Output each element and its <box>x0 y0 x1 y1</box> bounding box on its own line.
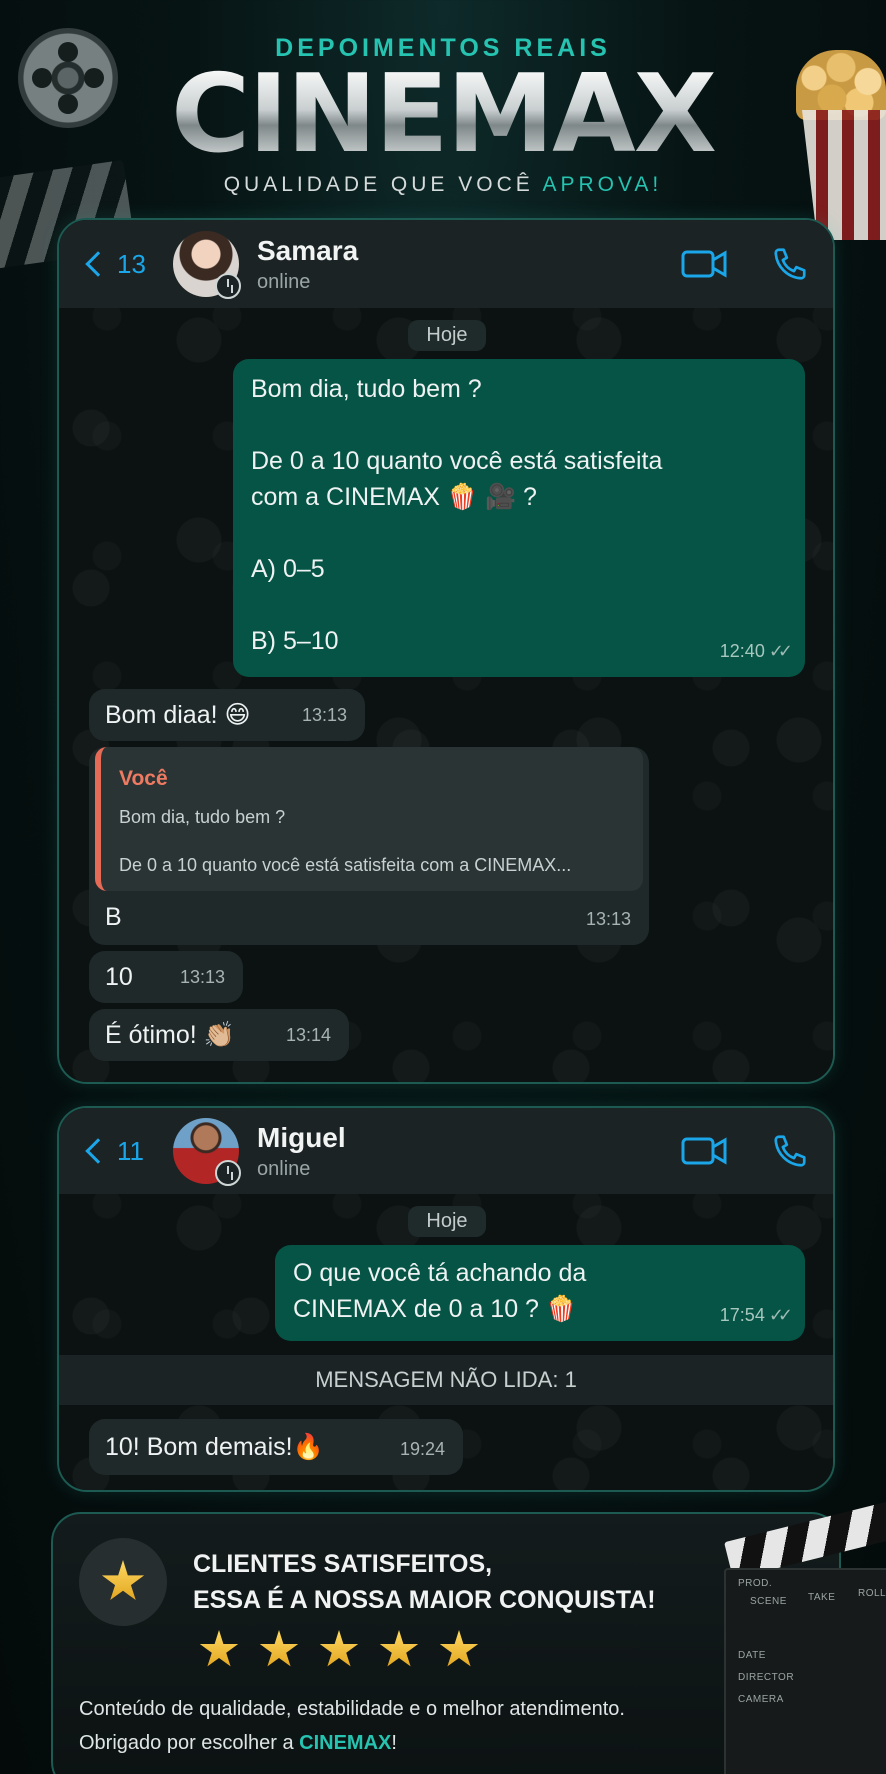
unread-count: 11 <box>117 1135 144 1166</box>
star-badge <box>79 1538 167 1626</box>
description-line-1: Conteúdo de qualidade, estabilidade e o … <box>79 1698 625 1720</box>
tagline-prefix: QUALIDADE QUE VOCÊ <box>223 173 543 196</box>
chevron-left-icon <box>85 1138 111 1164</box>
message-text: É ótimo! 👏🏼 <box>105 1021 235 1049</box>
clapper-take-label: TAKE <box>808 1592 836 1603</box>
outgoing-message[interactable]: O que você tá achando da CINEMAX de 0 a … <box>275 1245 805 1341</box>
message-time: 13:13 <box>301 705 347 725</box>
contact-name: Miguel <box>257 1121 346 1153</box>
message-text: B <box>105 903 122 931</box>
description-line-2: Obrigado por escolher a CINEMAX! <box>79 1726 625 1760</box>
chat-header: 13 Samara online <box>59 220 833 308</box>
message-text: 10! Bom demais!🔥 <box>105 1433 324 1461</box>
message-text: O que você tá achando da CINEMAX de 0 a … <box>293 1259 587 1323</box>
day-separator: Hoje <box>408 320 486 351</box>
incoming-message[interactable]: 10! Bom demais!🔥 19:24 <box>89 1419 463 1475</box>
quoted-author: Você <box>119 767 168 790</box>
description-suffix: ! <box>391 1732 397 1754</box>
header-tagline: QUALIDADE QUE VOCÊ APROVA! <box>0 173 886 197</box>
day-separator: Hoje <box>408 1206 486 1237</box>
contact-info[interactable]: Miguel online <box>257 1122 346 1181</box>
star-icon <box>379 1630 419 1667</box>
double-check-icon: ✓✓ <box>768 641 793 661</box>
card-description: Conteúdo de qualidade, estabilidade e o … <box>79 1692 625 1760</box>
chat-window-samara: 13 Samara online Hoje Bom dia, tudo bem … <box>57 218 835 1084</box>
star-icon <box>259 1630 299 1667</box>
message-meta: 12:40 ✓✓ <box>719 633 793 669</box>
back-button[interactable]: 13 <box>83 249 173 280</box>
clapper-scene-label: SCENE <box>750 1596 787 1607</box>
outgoing-message[interactable]: Bom dia, tudo bem ? De 0 a 10 quanto voc… <box>233 359 805 677</box>
video-camera-icon[interactable] <box>681 248 727 280</box>
phone-icon[interactable] <box>771 245 809 283</box>
page-header: DEPOIMENTOS REAIS CINEMAX QUALIDADE QUE … <box>0 34 886 197</box>
back-button[interactable]: 11 <box>83 1136 173 1167</box>
chat-window-miguel: 11 Miguel online Hoje O que você tá acha… <box>57 1106 835 1492</box>
incoming-message[interactable]: 10 13:13 <box>89 951 243 1003</box>
clapper-director-label: DIRECTOR <box>738 1672 795 1683</box>
description-prefix: Obrigado por escolher a <box>79 1732 300 1754</box>
message-time: 19:24 <box>399 1439 445 1459</box>
message-time: 17:54 <box>719 1305 765 1325</box>
star-rating <box>199 1630 479 1670</box>
brand-logo: CINEMAX <box>0 61 886 169</box>
message-text: Bom dia, tudo bem ? De 0 a 10 quanto voc… <box>251 375 663 655</box>
cta-line-2: ESSA É A NOSSA MAIOR CONQUISTA! <box>193 1586 656 1614</box>
unread-count: 13 <box>117 248 146 279</box>
unread-separator: MENSAGEM NÃO LIDA: 1 <box>59 1355 833 1405</box>
description-brand: CINEMAX <box>299 1732 392 1754</box>
message-time: 12:40 <box>719 641 765 661</box>
incoming-message[interactable]: Bom diaa! 😄 13:13 <box>89 689 365 741</box>
tagline-highlight: APROVA! <box>542 173 663 196</box>
message-list: Hoje Bom dia, tudo bem ? De 0 a 10 quant… <box>59 308 833 1071</box>
message-text: 10 <box>105 963 133 991</box>
double-check-icon: ✓✓ <box>768 1305 793 1325</box>
message-time: 13:13 <box>179 967 225 987</box>
quoted-message[interactable]: Você Bom dia, tudo bem ? De 0 a 10 quant… <box>95 747 643 891</box>
status-ring-icon <box>215 1160 241 1186</box>
contact-name: Samara <box>257 234 359 266</box>
message-time: 13:13 <box>585 909 631 929</box>
clapper-camera-label: CAMERA <box>738 1694 784 1705</box>
star-icon <box>439 1630 479 1667</box>
quoted-text: Bom dia, tudo bem ? De 0 a 10 quanto voc… <box>119 807 572 875</box>
contact-status: online <box>257 270 311 293</box>
cta-line-1: CLIENTES SATISFEITOS, <box>193 1550 493 1578</box>
message-list: Hoje O que você tá achando da CINEMAX de… <box>59 1194 833 1485</box>
clapper-roll-label: ROLL <box>858 1588 886 1599</box>
star-icon <box>199 1630 239 1667</box>
cta-heading: CLIENTES SATISFEITOS, ESSA É A NOSSA MAI… <box>193 1546 656 1618</box>
message-time: 13:14 <box>285 1025 331 1045</box>
incoming-reply-message[interactable]: Você Bom dia, tudo bem ? De 0 a 10 quant… <box>89 747 649 945</box>
message-meta: 17:54 ✓✓ <box>719 1297 793 1333</box>
clapperboard-icon: PROD. SCENE TAKE ROLL DATE DIRECTOR CAME… <box>716 1498 886 1774</box>
chevron-left-icon <box>85 251 111 277</box>
phone-icon[interactable] <box>771 1132 809 1170</box>
avatar[interactable] <box>173 231 241 299</box>
contact-status: online <box>257 1157 311 1180</box>
avatar[interactable] <box>173 1118 241 1186</box>
contact-info[interactable]: Samara online <box>257 235 358 294</box>
clapper-date-label: DATE <box>738 1650 766 1661</box>
chat-header: 11 Miguel online <box>59 1108 833 1194</box>
video-camera-icon[interactable] <box>681 1135 727 1167</box>
star-icon <box>101 1560 145 1601</box>
message-text: Bom diaa! 😄 <box>105 701 251 729</box>
status-ring-icon <box>215 273 241 299</box>
clapper-prod-label: PROD. <box>738 1578 773 1589</box>
star-icon <box>319 1630 359 1667</box>
incoming-message[interactable]: É ótimo! 👏🏼 13:14 <box>89 1009 349 1061</box>
